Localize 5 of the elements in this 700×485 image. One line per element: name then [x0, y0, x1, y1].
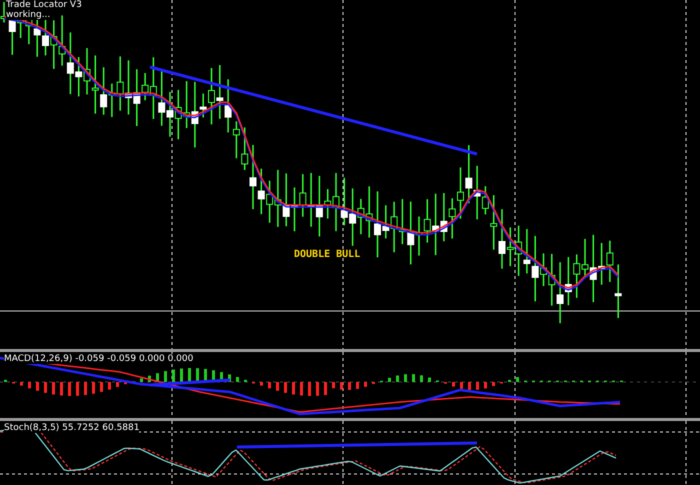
indicator-label: Stoch(8,3,5) 55.7252 60.5881: [4, 423, 140, 433]
indicator-title: Trade Locator V3: [6, 0, 82, 10]
indicator-label: MACD(12,26,9) -0.059 -0.059 0.000 0.000: [4, 354, 194, 364]
chart-annotation: DOUBLE BULL: [294, 249, 360, 260]
indicator-status: working...: [6, 10, 50, 20]
